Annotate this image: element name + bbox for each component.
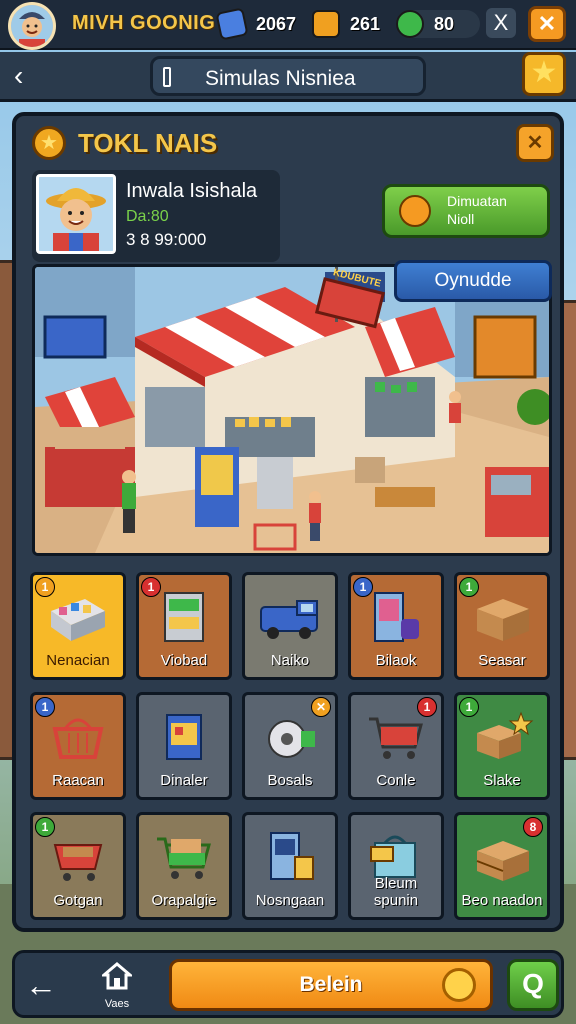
green-cash-icon [396,10,424,38]
shopping-cart-icon [369,717,423,759]
title-pill: Simulas Nisniea [150,56,426,96]
item-label: Bosals [267,772,313,789]
cash-count: 80 [434,13,455,34]
item-tile[interactable]: 1 Viobad [136,572,232,680]
item-tile[interactable]: 1 Nenacian [30,572,126,680]
item-tile[interactable]: 1 Seasar [454,572,550,680]
item-label: Bleum spunin [373,875,419,909]
item-label: Beo naadon [461,892,543,909]
van-icon [260,600,318,639]
star-icon: ★ [32,126,66,160]
back-arrow-icon[interactable]: ← [25,965,65,1005]
green-cart-icon [157,837,211,879]
panel-title: TOKL NAIS [78,128,218,158]
profile-name: Inwala Isishala [126,180,258,202]
cardboard-box-icon [477,599,529,641]
tools-button[interactable]: ✕ [516,124,554,162]
dimuatan-label-2: Nioll [447,211,475,227]
item-tile[interactable]: Orapalgie [136,812,232,920]
resource-cash: 80 [396,10,480,38]
red-cart-icon [53,844,103,881]
item-tile[interactable]: ✕ Bosals [242,692,338,800]
item-tile[interactable]: 1 Gotgan [30,812,126,920]
kiosk-icon [270,832,314,880]
item-label: Seasar [478,652,526,669]
gold-count: 261 [350,13,381,34]
resource-gold: 261 [312,10,380,38]
close-icon[interactable]: X [486,8,516,38]
store-scene[interactable]: KDUBUTE [32,264,552,556]
item-label: Nenacian [46,652,110,669]
item-label: Slake [483,772,521,789]
item-grid: 1 Nenacian 1 Viobad Naiko 1 Bilaok 1 Sea… [30,572,554,920]
item-label: Naiko [270,652,310,669]
title-bar-icon [163,67,171,87]
item-tile[interactable]: 1 Raacan [30,692,126,800]
box-star-icon [477,711,534,759]
item-tile[interactable]: 8 Beo naadon [454,812,550,920]
screen-title: Simulas Nisniea [205,67,356,90]
profile-card: Inwala Isishala Da:80 3 8 99:000 [32,170,280,262]
shopping-basket-icon [52,718,104,759]
item-label: Gotgan [53,892,103,909]
cooler-icon [166,714,202,760]
belein-button[interactable]: Belein [169,959,493,1011]
item-tile[interactable]: Dinaler [136,692,232,800]
resource-gems: 2067 [215,7,297,41]
medal-icon [442,968,476,1002]
belein-label: Belein [299,973,363,996]
main-panel: ★ TOKL NAIS ✕ Inwala Isishala Da:80 3 8 … [12,112,564,932]
vending-machine-icon [374,592,419,642]
title-bar: ‹ Simulas Nisniea [0,52,576,102]
item-tile[interactable]: Nosngaan [242,812,338,920]
item-tile[interactable]: 1 Conle [348,692,444,800]
item-label: Dinaler [160,772,208,789]
shelf-icon [164,592,204,642]
blue-gem-icon [215,7,249,41]
home-button[interactable]: Vaes [93,961,141,1013]
profile-portrait [36,174,116,254]
gems-count: 2067 [256,13,297,34]
gold-bar-icon [312,10,340,38]
exit-button[interactable]: ✕ [528,6,566,42]
oynudde-button[interactable]: Oynudde [394,260,552,302]
favorite-star-button[interactable]: ★ [522,52,566,96]
item-label: Bilaok [375,652,417,669]
back-chevron-icon[interactable]: ‹ [14,60,42,92]
home-icon [99,962,135,990]
item-label: Nosngaan [255,892,325,909]
profile-level: Da:80 [126,208,169,225]
item-label: Conle [376,772,416,789]
search-button[interactable]: Q [507,959,559,1011]
player-name: MIVH GOONIG [72,12,216,34]
item-label: Orapalgie [151,892,217,909]
crate-icon [51,599,105,641]
stacked-boxes-icon [476,841,529,881]
home-label: Vaes [104,998,130,1010]
dimuatan-label-1: Dimuatan [447,193,507,209]
dimuatan-button[interactable]: Dimuatan Nioll [382,184,550,238]
item-tile[interactable]: 1 Bilaok [348,572,444,680]
player-avatar[interactable] [8,2,56,50]
paper-roll-icon [268,720,315,758]
item-tile[interactable]: 1 Slake [454,692,550,800]
item-tile[interactable]: Bleum spunin [348,812,444,920]
item-label: Viobad [160,652,208,669]
item-tile[interactable]: Naiko [242,572,338,680]
bottom-bar: ← Vaes Belein Q [12,950,564,1018]
top-status-bar: MIVH GOONIG 2067 261 80 X ✕ [0,0,576,50]
profile-money: 3 8 99:000 [126,230,207,249]
item-label: Raacan [52,772,104,789]
shield-coin-icon [399,195,431,227]
